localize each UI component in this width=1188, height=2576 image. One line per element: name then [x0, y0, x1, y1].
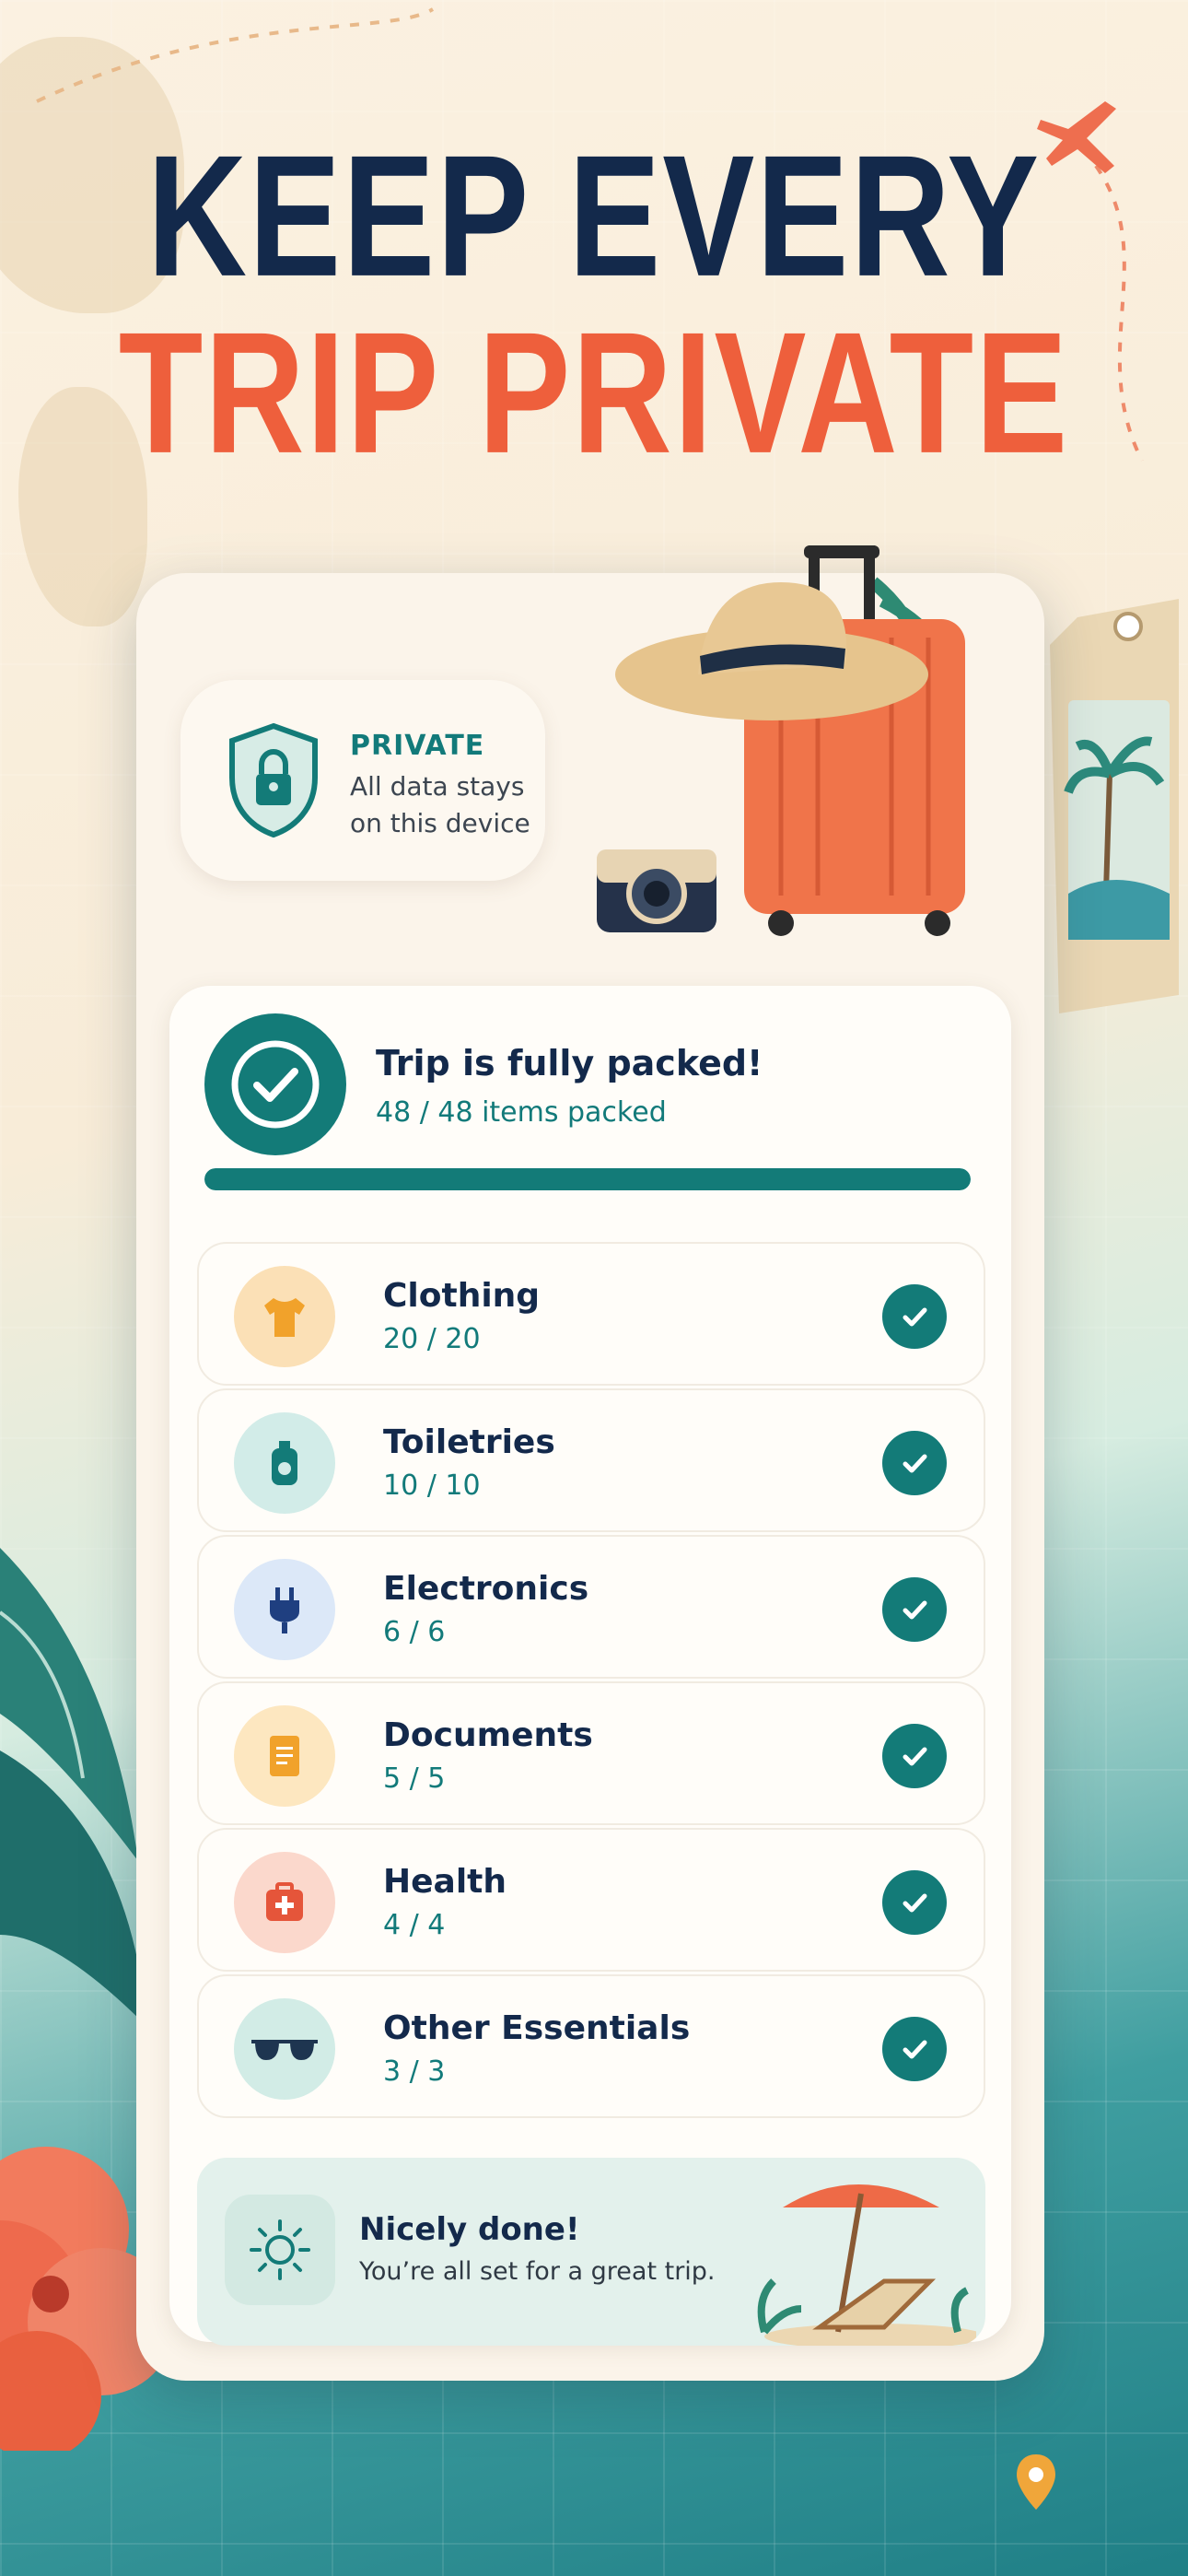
first-aid-icon — [234, 1852, 335, 1953]
status-subtitle: 48 / 48 items packed — [376, 1096, 667, 1129]
category-list: Clothing 20 / 20 Toiletries 10 / 10 Electron… — [197, 1242, 985, 2121]
status-badge — [204, 1013, 346, 1155]
list-item[interactable]: Health 4 / 4 — [197, 1828, 985, 1972]
location-pin-icon — [1017, 2454, 1055, 2510]
category-count: 10 / 10 — [383, 1469, 481, 1502]
completion-title: Nicely done! — [359, 2211, 580, 2248]
progress-bar — [204, 1168, 971, 1190]
category-count: 20 / 20 — [383, 1323, 481, 1355]
sun-icon-box — [225, 2195, 335, 2305]
check-icon[interactable] — [882, 1284, 947, 1349]
status-title: Trip is fully packed! — [376, 1043, 763, 1083]
sunglasses-icon — [234, 1998, 335, 2100]
app-screen: PRIVATE All data stays on this device Tr… — [136, 545, 1044, 2381]
category-name: Clothing — [383, 1277, 541, 1315]
category-count: 5 / 5 — [383, 1762, 446, 1795]
list-item[interactable]: Electronics 6 / 6 — [197, 1535, 985, 1679]
category-count: 6 / 6 — [383, 1616, 446, 1648]
completion-card: Nicely done! You’re all set for a great … — [197, 2158, 985, 2346]
document-icon — [234, 1705, 335, 1807]
check-icon[interactable] — [882, 1431, 947, 1495]
sun-icon — [250, 2219, 310, 2280]
category-count: 3 / 3 — [383, 2055, 446, 2088]
bottle-icon — [234, 1412, 335, 1514]
suitcase-illustration — [597, 545, 965, 936]
check-icon[interactable] — [882, 1724, 947, 1788]
lock-shield-icon — [229, 722, 318, 838]
category-name: Toiletries — [383, 1423, 555, 1461]
category-count: 4 / 4 — [383, 1909, 446, 1941]
list-item[interactable]: Documents 5 / 5 — [197, 1681, 985, 1825]
packing-status: Trip is fully packed! 48 / 48 items pack… — [204, 1013, 978, 1161]
list-item[interactable]: Clothing 20 / 20 — [197, 1242, 985, 1386]
check-icon[interactable] — [882, 2017, 947, 2081]
privacy-subtitle: All data stays on this device — [350, 771, 530, 838]
packing-list-card: Trip is fully packed! 48 / 48 items pack… — [169, 986, 1011, 2346]
headline-line-1: KEEP EVERY — [146, 118, 1042, 312]
tshirt-icon — [234, 1266, 335, 1367]
headline-line-2: TRIP PRIVATE — [118, 295, 1070, 489]
progress-bar-fill — [204, 1168, 971, 1190]
luggage-tag-icon — [1050, 599, 1179, 1013]
plug-icon — [234, 1559, 335, 1660]
check-icon[interactable] — [882, 1577, 947, 1642]
beach-umbrella-illustration — [757, 2184, 976, 2346]
check-icon[interactable] — [882, 1870, 947, 1935]
privacy-title: PRIVATE — [350, 730, 485, 762]
completion-subtitle: You’re all set for a great trip. — [359, 2257, 716, 2286]
category-name: Health — [383, 1863, 507, 1901]
category-name: Electronics — [383, 1570, 589, 1608]
category-name: Other Essentials — [383, 2009, 691, 2047]
privacy-badge: PRIVATE All data stays on this device — [181, 680, 545, 881]
list-item[interactable]: Toiletries 10 / 10 — [197, 1388, 985, 1532]
check-circle-icon — [231, 1040, 320, 1129]
list-item[interactable]: Other Essentials 3 / 3 — [197, 1974, 985, 2118]
palm-leaves-icon — [0, 1548, 147, 2027]
category-name: Documents — [383, 1716, 593, 1754]
